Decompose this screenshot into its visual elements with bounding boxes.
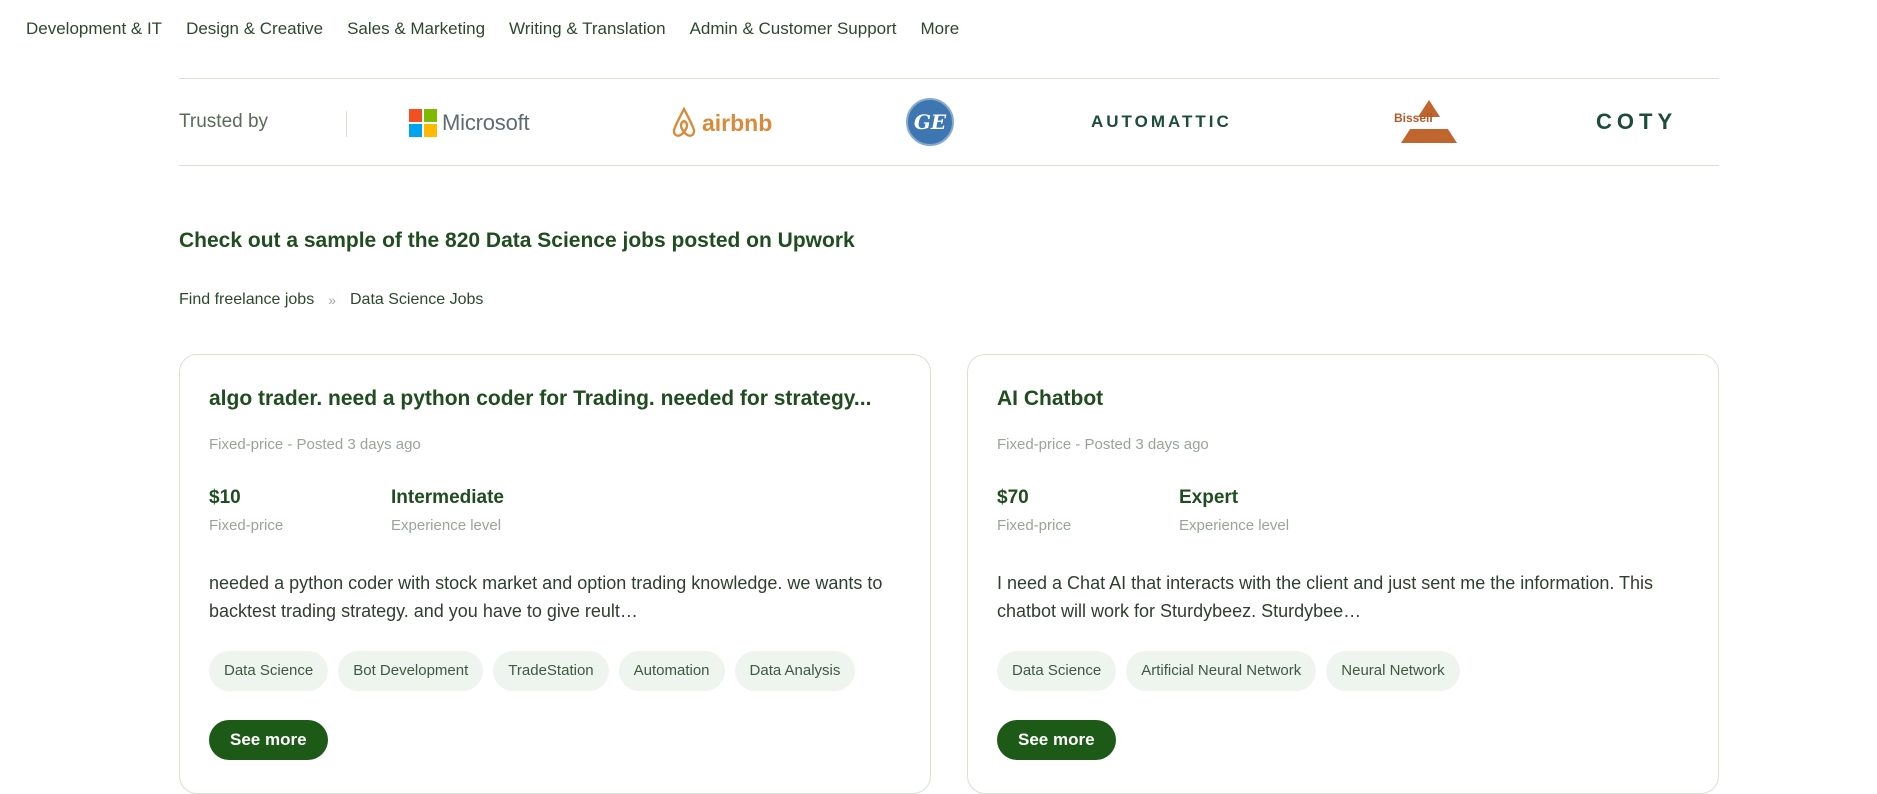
job-price: $70 Fixed-price [997, 487, 1071, 534]
skill-tag[interactable]: Neural Network [1326, 651, 1460, 691]
job-meta: Fixed-price - Posted 3 days ago [209, 436, 421, 453]
job-experience-label: Experience level [1179, 517, 1290, 534]
microsoft-logo: Microsoft [409, 109, 530, 137]
job-price-label: Fixed-price [209, 517, 284, 534]
ge-logo: GE [906, 98, 954, 146]
skill-tag[interactable]: Data Science [209, 651, 329, 691]
airbnb-belo-icon [672, 107, 696, 137]
breadcrumb: Find freelance jobs » Data Science Jobs [179, 291, 483, 309]
automattic-logo: AUTOMATTIC [1091, 112, 1232, 132]
job-card: AI Chatbot Fixed-price - Posted 3 days a… [967, 354, 1719, 794]
automattic-wordmark: AUTOMATTIC [1091, 112, 1232, 131]
job-description: I need a Chat AI that interacts with the… [997, 573, 1654, 621]
skill-tag[interactable]: Data Analysis [734, 651, 856, 691]
microsoft-squares-icon [409, 109, 437, 137]
microsoft-wordmark: Microsoft [442, 110, 530, 135]
job-skill-tags: Data Science Bot Development TradeStatio… [209, 651, 856, 691]
job-experience-label: Experience level [391, 517, 502, 534]
job-description: needed a python coder with stock market … [209, 573, 883, 621]
skill-tag[interactable]: Automation [618, 651, 725, 691]
nav-sales-marketing[interactable]: Sales & Marketing [347, 18, 485, 40]
nav-writing-translation[interactable]: Writing & Translation [509, 18, 666, 40]
airbnb-wordmark: airbnb [702, 109, 773, 136]
job-price-value: $70 [997, 487, 1029, 508]
job-experience-value: Intermediate [391, 487, 504, 508]
trusted-by-label: Trusted by [179, 111, 269, 132]
nav-design-creative[interactable]: Design & Creative [186, 18, 323, 40]
job-price: $10 Fixed-price [209, 487, 283, 534]
job-title[interactable]: AI Chatbot [997, 387, 1687, 411]
nav-development-it[interactable]: Development & IT [26, 18, 162, 40]
job-price-label: Fixed-price [997, 517, 1072, 534]
skill-tag[interactable]: TradeStation [493, 651, 609, 691]
breadcrumb-data-science-jobs[interactable]: Data Science Jobs [350, 291, 483, 309]
ge-monogram: GE [906, 98, 954, 146]
bissell-logo: Bissell [1393, 97, 1465, 147]
job-experience: Intermediate Experience level [391, 487, 504, 534]
job-experience: Expert Experience level [1179, 487, 1289, 534]
job-meta: Fixed-price - Posted 3 days ago [997, 436, 1209, 453]
job-skill-tags: Data Science Artificial Neural Network N… [997, 651, 1460, 691]
skill-tag[interactable]: Artificial Neural Network [1126, 651, 1317, 691]
skill-tag[interactable]: Data Science [997, 651, 1117, 691]
breadcrumb-separator: » [328, 292, 336, 308]
see-more-button[interactable]: See more [209, 720, 328, 760]
breadcrumb-find-freelance-jobs[interactable]: Find freelance jobs [179, 291, 314, 309]
category-nav: Development & IT Design & Creative Sales… [26, 18, 959, 40]
trusted-divider [346, 111, 347, 137]
job-price-value: $10 [209, 487, 241, 508]
coty-logo: COTY [1596, 109, 1677, 135]
job-experience-value: Expert [1179, 487, 1239, 508]
bissell-wordmark: Bissell [1394, 111, 1433, 125]
job-card: algo trader. need a python coder for Tra… [179, 354, 931, 794]
nav-admin-customer-support[interactable]: Admin & Customer Support [690, 18, 897, 40]
skill-tag[interactable]: Bot Development [338, 651, 484, 691]
job-title[interactable]: algo trader. need a python coder for Tra… [209, 387, 899, 411]
jobs-sample-heading: Check out a sample of the 820 Data Scien… [179, 229, 855, 252]
see-more-button[interactable]: See more [997, 720, 1116, 760]
trusted-by-strip: Trusted by Microsoft airbnb GE AUTOMATTI… [179, 78, 1719, 166]
airbnb-logo: airbnb [670, 107, 772, 139]
nav-more[interactable]: More [920, 18, 959, 40]
coty-wordmark: COTY [1596, 109, 1678, 134]
